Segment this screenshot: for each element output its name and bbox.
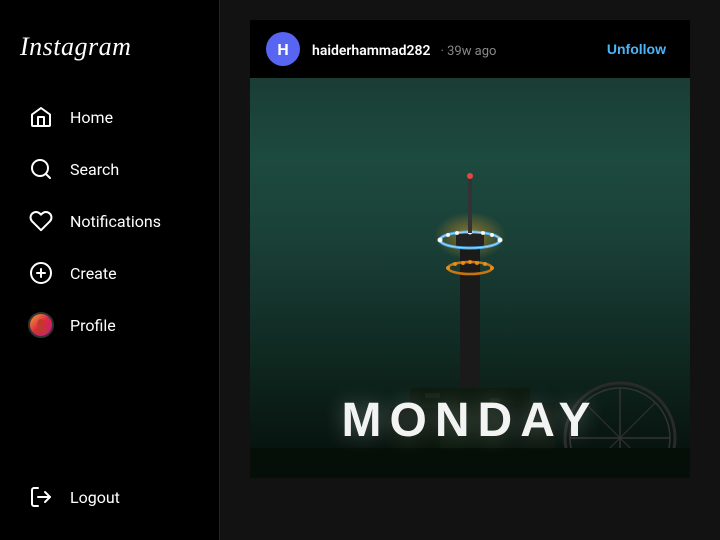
sidebar-item-label-profile: Profile bbox=[70, 316, 116, 335]
heart-icon bbox=[28, 208, 54, 234]
plus-circle-icon bbox=[28, 260, 54, 286]
sidebar-item-label-logout: Logout bbox=[70, 488, 120, 507]
sidebar-item-search[interactable]: Search bbox=[8, 144, 211, 194]
sidebar-item-home[interactable]: Home bbox=[8, 92, 211, 142]
post-card: H haiderhammad282 · 39w ago Unfollow bbox=[250, 20, 690, 478]
sidebar-item-profile[interactable]: Profile bbox=[8, 300, 211, 350]
sidebar-item-label-notifications: Notifications bbox=[70, 212, 161, 231]
post-timestamp: · 39w ago bbox=[440, 44, 496, 59]
main-content: H haiderhammad282 · 39w ago Unfollow bbox=[220, 0, 720, 540]
sidebar: Instagram Home Search bbox=[0, 0, 220, 540]
post-overlay-text: MONDAY bbox=[342, 393, 599, 448]
sidebar-item-label-home: Home bbox=[70, 108, 113, 127]
sidebar-item-create[interactable]: Create bbox=[8, 248, 211, 298]
home-icon bbox=[28, 104, 54, 130]
post-username: haiderhammad282 bbox=[312, 43, 430, 59]
post-meta: haiderhammad282 · 39w ago bbox=[312, 40, 496, 59]
post-image: MONDAY bbox=[250, 78, 690, 478]
sidebar-item-label-create: Create bbox=[70, 264, 117, 283]
sidebar-item-logout[interactable]: Logout bbox=[8, 472, 211, 522]
app-logo: Instagram bbox=[0, 16, 219, 90]
post-header: H haiderhammad282 · 39w ago Unfollow bbox=[250, 20, 690, 78]
avatar: H bbox=[266, 32, 300, 66]
search-icon bbox=[28, 156, 54, 182]
sidebar-item-notifications[interactable]: Notifications bbox=[8, 196, 211, 246]
sidebar-item-label-search: Search bbox=[70, 160, 119, 179]
sidebar-nav: Home Search Notifications bbox=[0, 90, 219, 352]
profile-avatar-icon bbox=[28, 312, 54, 338]
logout-icon bbox=[28, 484, 54, 510]
post-user-info: H haiderhammad282 · 39w ago bbox=[266, 32, 496, 66]
unfollow-button[interactable]: Unfollow bbox=[599, 37, 674, 61]
